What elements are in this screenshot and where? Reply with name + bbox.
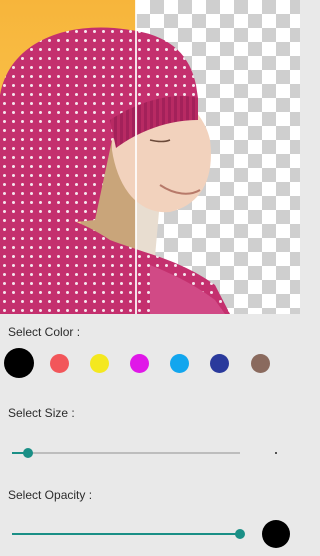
select-opacity-label: Select Opacity : [8,488,93,502]
size-preview-dot [275,452,277,454]
color-swatch-black[interactable] [4,348,34,378]
color-swatch-yellow[interactable] [90,354,109,373]
size-slider[interactable] [12,444,240,462]
image-preview[interactable] [0,0,300,314]
size-slider-thumb[interactable] [23,448,33,458]
select-size-label: Select Size : [8,406,75,420]
opacity-slider[interactable] [12,525,245,543]
girl-photo-original [0,27,136,314]
opacity-slider-thumb[interactable] [235,529,245,539]
background-removed-half [136,0,300,314]
compare-divider-handle[interactable] [135,0,137,314]
original-image-half [0,0,136,314]
size-slider-track [12,452,240,454]
color-swatch-magenta[interactable] [130,354,149,373]
color-swatch-brown[interactable] [251,354,270,373]
color-swatch-sky-blue[interactable] [170,354,189,373]
color-swatch-red[interactable] [50,354,69,373]
select-color-label: Select Color : [8,325,81,339]
color-swatch-indigo[interactable] [210,354,229,373]
girl-photo-cutout [136,31,230,314]
opacity-preview-circle [262,520,290,548]
settings-panel: Select Color : Select Size : Select Opac… [0,314,300,556]
opacity-slider-fill [12,533,240,535]
